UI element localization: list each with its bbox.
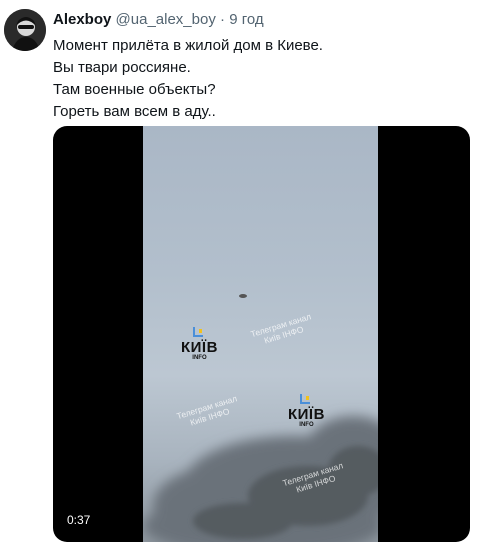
author-name[interactable]: Alexboy [53, 11, 111, 28]
tweet-text: Момент прилёта в жилой дом в Киеве. Вы т… [53, 35, 483, 123]
kyiv-logo-word: КИЇВ [181, 339, 218, 356]
kyiv-info-logo: КИЇВ INFO [181, 326, 218, 361]
tweet-header: Alexboy @ua_alex_boy · 9 год [53, 10, 264, 30]
avatar[interactable] [4, 9, 46, 51]
tweet-text-line: Момент прилёта в жилой дом в Киеве. [53, 37, 323, 54]
tweet-text-line: Там военные объекты? [53, 81, 216, 98]
video-frame: Телеграм канал Київ ІНФО Телеграм канал … [143, 126, 378, 542]
header-separator: · [220, 11, 226, 28]
video-duration: 0:37 [67, 513, 91, 527]
kyiv-info-logo: КИЇВ INFO [288, 393, 325, 428]
kyiv-logo-mark-icon [193, 327, 204, 337]
kyiv-logo-word: КИЇВ [288, 406, 325, 423]
kyiv-logo-mark-icon [300, 394, 311, 404]
tweet-text-line: Вы твари россияне. [53, 59, 191, 76]
video-player[interactable]: Телеграм канал Київ ІНФО Телеграм канал … [53, 126, 470, 542]
tweet-text-line: Гореть вам всем в аду.. [53, 103, 216, 120]
avatar-image [4, 9, 46, 51]
tweet-time[interactable]: 9 год [229, 11, 263, 28]
author-handle[interactable]: @ua_alex_boy [116, 11, 216, 28]
